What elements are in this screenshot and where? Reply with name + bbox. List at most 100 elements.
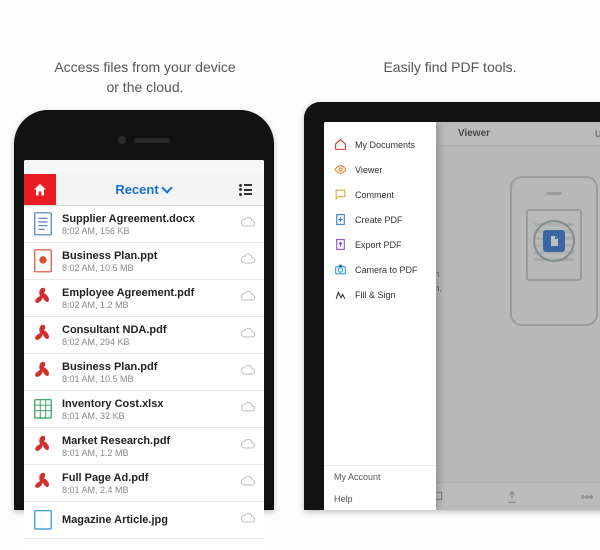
file-text: Magazine Article.jpg xyxy=(62,514,232,527)
file-name: Full Page Ad.pdf xyxy=(62,472,232,484)
docx-file-icon xyxy=(32,211,54,237)
caption-right: Easily find PDF tools. xyxy=(340,58,560,78)
drawer-item-fill-sign[interactable]: Fill & Sign xyxy=(324,282,436,307)
file-text: Consultant NDA.pdf8:02 AM, 294 KB xyxy=(62,324,232,347)
file-row[interactable]: Supplier Agreement.docx8:02 AM, 156 KB xyxy=(24,206,264,243)
recent-dropdown[interactable]: Recent xyxy=(56,174,230,205)
file-name: Market Research.pdf xyxy=(62,435,232,447)
file-meta: 8:02 AM, 156 KB xyxy=(62,226,232,236)
file-meta: 8:02 AM, 10.5 MB xyxy=(62,263,232,273)
list-view-icon xyxy=(239,184,255,196)
file-meta: 8:02 AM, 1.2 MB xyxy=(62,300,232,310)
pdf-file-icon xyxy=(32,285,54,311)
phone-camera-dot xyxy=(118,136,126,144)
drawer-item-export-pdf[interactable]: Export PDF xyxy=(324,232,436,257)
file-text: Market Research.pdf8:01 AM, 1.2 MB xyxy=(62,435,232,458)
file-meta: 8:01 AM, 1.2 MB xyxy=(62,448,232,458)
phone-bezel-top xyxy=(24,120,264,160)
tablet-screen: Viewer Undo d uments where n the Viewer.… xyxy=(324,122,600,510)
drawer-item-label: Export PDF xyxy=(355,240,402,250)
eye-icon xyxy=(334,163,347,176)
file-name: Magazine Article.jpg xyxy=(62,514,232,526)
file-list: Supplier Agreement.docx8:02 AM, 156 KB Bu… xyxy=(24,206,264,550)
drawer-footer: My Account Help xyxy=(324,465,436,510)
file-name: Business Plan.ppt xyxy=(62,250,232,262)
file-meta: 8:01 AM, 10.5 MB xyxy=(62,374,232,384)
drawer-item-label: Comment xyxy=(355,190,394,200)
status-bar xyxy=(24,160,264,174)
file-text: Business Plan.ppt8:02 AM, 10.5 MB xyxy=(62,250,232,273)
drawer-item-camera-to-pdf[interactable]: Camera to PDF xyxy=(324,257,436,282)
file-row[interactable]: Full Page Ad.pdf8:01 AM, 2.4 MB xyxy=(24,465,264,502)
file-row[interactable]: Business Plan.pdf8:01 AM, 10.5 MB xyxy=(24,354,264,391)
phone-screen: Recent Supplier Agreement.docx8:02 AM, 1… xyxy=(24,160,264,550)
file-meta: 8:01 AM, 2.4 MB xyxy=(62,485,232,495)
file-meta: 8:01 AM, 32 KB xyxy=(62,411,232,421)
file-row[interactable]: Business Plan.ppt8:02 AM, 10.5 MB xyxy=(24,243,264,280)
drawer-item-comment[interactable]: Comment xyxy=(324,182,436,207)
xlsx-file-icon xyxy=(32,396,54,422)
pdf-file-icon xyxy=(32,359,54,385)
drawer-footer-label: My Account xyxy=(334,472,381,482)
cloud-icon xyxy=(240,252,256,270)
file-text: Full Page Ad.pdf8:01 AM, 2.4 MB xyxy=(62,472,232,495)
file-row[interactable]: Consultant NDA.pdf8:02 AM, 294 KB xyxy=(24,317,264,354)
drawer-item-create-pdf[interactable]: Create PDF xyxy=(324,207,436,232)
phone-device-frame: Recent Supplier Agreement.docx8:02 AM, 1… xyxy=(14,110,274,510)
file-name: Employee Agreement.pdf xyxy=(62,287,232,299)
drawer-item-label: Create PDF xyxy=(355,215,403,225)
drawer-item-label: Viewer xyxy=(355,165,382,175)
cloud-icon xyxy=(240,326,256,344)
drawer-list: My Documents Viewer Comment Create PDF Expor… xyxy=(324,122,436,465)
pdf-file-icon xyxy=(32,470,54,496)
home-button[interactable] xyxy=(24,174,56,205)
home-icon xyxy=(32,182,48,198)
drawer-footer-label: Help xyxy=(334,494,353,504)
create-icon xyxy=(334,213,347,226)
file-row[interactable]: Magazine Article.jpg xyxy=(24,502,264,539)
cloud-icon xyxy=(240,400,256,418)
drawer-item-my-documents[interactable]: My Documents xyxy=(324,132,436,157)
pdf-file-icon xyxy=(32,322,54,348)
file-row[interactable]: Inventory Cost.xlsx8:01 AM, 32 KB xyxy=(24,391,264,428)
drawer-footer-my-account[interactable]: My Account xyxy=(324,466,436,488)
cloud-icon xyxy=(240,437,256,455)
tablet-device-frame: Viewer Undo d uments where n the Viewer.… xyxy=(304,102,600,510)
side-drawer: My Documents Viewer Comment Create PDF Expor… xyxy=(324,122,436,510)
recent-dropdown-label: Recent xyxy=(115,182,158,197)
comment-icon xyxy=(334,188,347,201)
drawer-item-label: Fill & Sign xyxy=(355,290,396,300)
drawer-item-label: My Documents xyxy=(355,140,415,150)
pdf-file-icon xyxy=(32,433,54,459)
export-icon xyxy=(334,238,347,251)
file-name: Inventory Cost.xlsx xyxy=(62,398,232,410)
file-text: Business Plan.pdf8:01 AM, 10.5 MB xyxy=(62,361,232,384)
file-text: Employee Agreement.pdf8:02 AM, 1.2 MB xyxy=(62,287,232,310)
drawer-item-viewer[interactable]: Viewer xyxy=(324,157,436,182)
cloud-icon xyxy=(240,363,256,381)
file-text: Supplier Agreement.docx8:02 AM, 156 KB xyxy=(62,213,232,236)
toolbar: Recent xyxy=(24,174,264,206)
chevron-down-icon xyxy=(161,182,172,193)
file-row[interactable]: Market Research.pdf8:01 AM, 1.2 MB xyxy=(24,428,264,465)
home-icon xyxy=(334,138,347,151)
file-name: Consultant NDA.pdf xyxy=(62,324,232,336)
cloud-icon xyxy=(240,289,256,307)
camera-icon xyxy=(334,263,347,276)
file-name: Supplier Agreement.docx xyxy=(62,213,232,225)
cloud-icon xyxy=(240,474,256,492)
cloud-icon xyxy=(240,215,256,233)
file-name: Business Plan.pdf xyxy=(62,361,232,373)
file-meta: 8:02 AM, 294 KB xyxy=(62,337,232,347)
sign-icon xyxy=(334,288,347,301)
view-toggle-button[interactable] xyxy=(230,174,264,205)
ppt-file-icon xyxy=(32,248,54,274)
drawer-footer-help[interactable]: Help xyxy=(324,488,436,510)
caption-left: Access files from your deviceor the clou… xyxy=(15,58,275,97)
file-row[interactable]: Employee Agreement.pdf8:02 AM, 1.2 MB xyxy=(24,280,264,317)
cloud-icon xyxy=(240,511,256,529)
jpg-file-icon xyxy=(32,507,54,533)
phone-speaker xyxy=(134,138,170,143)
drawer-item-label: Camera to PDF xyxy=(355,265,418,275)
file-text: Inventory Cost.xlsx8:01 AM, 32 KB xyxy=(62,398,232,421)
